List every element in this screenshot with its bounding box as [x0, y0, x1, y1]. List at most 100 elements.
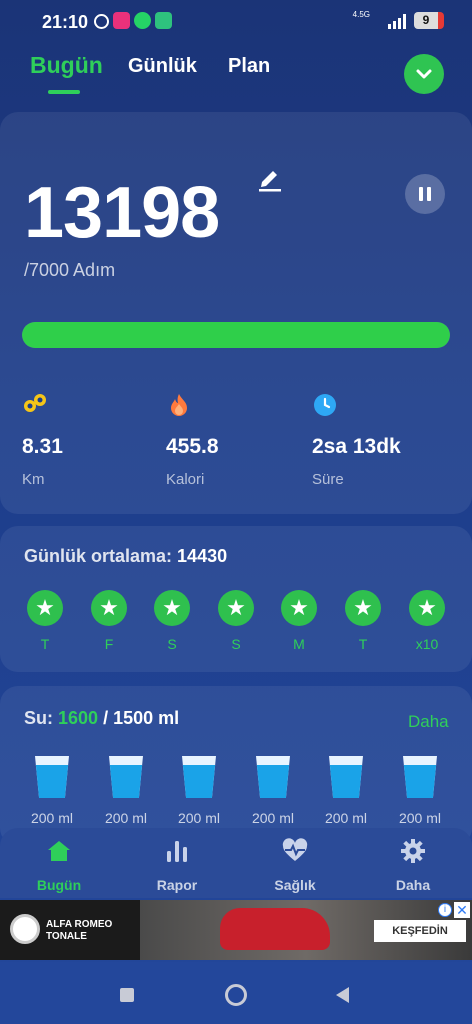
pause-button[interactable] [405, 174, 445, 214]
bar-chart-icon [167, 841, 187, 862]
clock-icon [314, 394, 336, 416]
water-more-link[interactable]: Daha [408, 712, 449, 732]
app-icon [113, 12, 130, 29]
day-label: T [40, 636, 50, 652]
glass-icon [182, 756, 216, 798]
nav-label: Bugün [36, 877, 82, 893]
stat-label: Km [22, 471, 45, 488]
water-cup[interactable]: 200 ml [91, 756, 161, 826]
ad-brand: ALFA ROMEO TONALE [46, 919, 136, 943]
water-card: Su: 1600 / 1500 ml Daha 200 ml 200 ml 20… [0, 686, 472, 846]
water-cup[interactable]: 200 ml [238, 756, 308, 826]
cup-label: 200 ml [251, 810, 295, 826]
back-button[interactable] [336, 987, 349, 1003]
pause-icon [419, 187, 423, 201]
day-label: T [358, 636, 368, 652]
stat-label: Kalori [166, 471, 205, 488]
stat-value: 2sa 13dk [312, 435, 401, 458]
top-tabs: Bugün Günlük Plan [0, 52, 472, 98]
day-badge[interactable]: ★ M [279, 590, 319, 652]
daily-average-label: Günlük ortalama: [24, 546, 173, 566]
stat-label: Süre [312, 471, 344, 488]
home-button[interactable] [225, 984, 247, 1006]
step-count: 13198 [24, 173, 220, 253]
nav-label: Daha [395, 877, 431, 893]
ad-cta-button[interactable]: KEŞFEDİN [374, 920, 466, 942]
glass-icon [256, 756, 290, 798]
water-current: 1600 [58, 708, 99, 728]
battery-icon: 9 [414, 12, 444, 29]
step-goal: /7000 Adım [24, 260, 116, 280]
system-nav-bar [0, 962, 472, 1024]
active-tab-indicator [48, 90, 80, 94]
ad-close-icon[interactable]: ✕ [454, 902, 470, 918]
star-icon: ★ [345, 590, 381, 626]
water-label: Su: [24, 708, 53, 728]
tab-today[interactable]: Bugün [30, 52, 103, 79]
cup-label: 200 ml [177, 810, 221, 826]
day-label: x10 [415, 636, 439, 652]
star-icon: ★ [91, 590, 127, 626]
tab-plan[interactable]: Plan [228, 55, 270, 78]
glass-icon [35, 756, 69, 798]
heart-pulse-icon [282, 838, 308, 861]
edit-icon[interactable] [256, 166, 282, 192]
nav-report[interactable]: Rapor [137, 838, 217, 893]
daily-average-title: Günlük ortalama: 14430 [24, 546, 227, 567]
cup-label: 200 ml [104, 810, 148, 826]
cup-label: 200 ml [398, 810, 442, 826]
home-icon [48, 841, 70, 861]
glass-icon [329, 756, 363, 798]
stat-duration: 2sa 13dk Süre [312, 392, 401, 488]
water-cup[interactable]: 200 ml [164, 756, 234, 826]
water-cup[interactable]: 200 ml [17, 756, 87, 826]
ad-car-image [220, 908, 330, 950]
glass-icon [403, 756, 437, 798]
status-time: 21:10 [42, 12, 89, 32]
stat-value: 455.8 [166, 435, 219, 458]
water-cup[interactable]: 200 ml [385, 756, 455, 826]
nav-more[interactable]: Daha [373, 838, 453, 893]
day-badge[interactable]: ★ x10 [407, 590, 447, 652]
bottom-navigation: Bugün Rapor Sağlık Daha [0, 828, 472, 898]
day-label: F [104, 636, 114, 652]
day-label: M [293, 636, 305, 652]
step-progress-fill [22, 322, 450, 348]
chevron-down-icon [416, 69, 432, 79]
ad-brand-line: ALFA ROMEO [46, 919, 113, 930]
day-badge[interactable]: ★ T [343, 590, 383, 652]
water-title: Su: 1600 / 1500 ml [24, 708, 179, 729]
footprints-icon [24, 394, 46, 412]
nav-label: Sağlık [274, 877, 316, 893]
day-badge[interactable]: ★ S [152, 590, 192, 652]
glass-icon [109, 756, 143, 798]
cup-label: 200 ml [324, 810, 368, 826]
signal-icon [388, 13, 406, 29]
star-icon: ★ [281, 590, 317, 626]
cup-label: 200 ml [30, 810, 74, 826]
step-progress-bar [22, 322, 450, 348]
day-badge[interactable]: ★ S [216, 590, 256, 652]
recents-button[interactable] [120, 988, 134, 1002]
star-icon: ★ [409, 590, 445, 626]
ad-banner[interactable]: ALFA ROMEO TONALE KEŞFEDİN i ✕ [0, 900, 472, 960]
day-label: S [167, 636, 177, 652]
water-cup[interactable]: 200 ml [311, 756, 381, 826]
whatsapp-icon [134, 12, 151, 29]
nav-health[interactable]: Sağlık [255, 838, 335, 893]
nav-label: Rapor [156, 877, 198, 893]
network-type: 4.5G [352, 10, 370, 19]
notification-icons [94, 12, 172, 29]
star-icon: ★ [154, 590, 190, 626]
day-badge[interactable]: ★ T [25, 590, 65, 652]
expand-button[interactable] [404, 54, 444, 94]
nav-today[interactable]: Bugün [19, 838, 99, 893]
app-icon [155, 12, 172, 29]
stat-calories: 455.8 Kalori [166, 392, 219, 488]
ad-info-icon[interactable]: i [438, 903, 452, 917]
status-bar: 21:10 4.5G 9 [0, 0, 472, 42]
day-badge[interactable]: ★ F [89, 590, 129, 652]
star-icon: ★ [218, 590, 254, 626]
tab-daily[interactable]: Günlük [128, 55, 197, 78]
water-goal: / 1500 ml [103, 708, 180, 728]
